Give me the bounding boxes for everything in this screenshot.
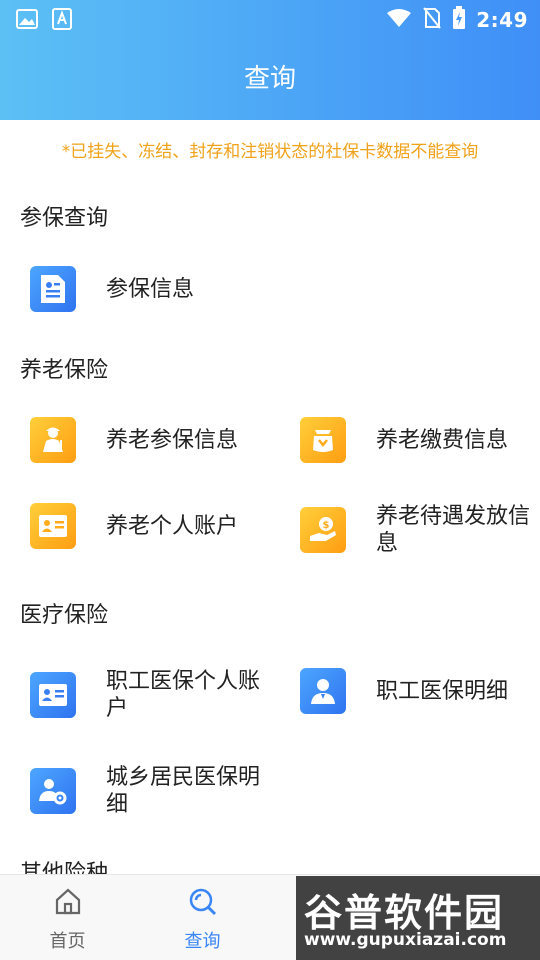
text-notification-icon <box>52 8 72 34</box>
menu-item-employee-medical-account[interactable]: 职工医保个人账户 <box>30 668 270 722</box>
image-notification-icon <box>16 9 38 33</box>
menu-item-label: 职工医保明细 <box>376 678 509 704</box>
elderly-person-icon <box>30 417 76 463</box>
menu-item-resident-medical-details[interactable]: 城乡居民医保明细 <box>30 764 270 818</box>
payment-bag-icon <box>300 417 346 463</box>
wifi-icon <box>386 8 412 32</box>
menu-item-insured-info[interactable]: 参保信息 <box>30 266 270 312</box>
section-title-medical: 医疗保险 <box>20 603 109 628</box>
doctor-icon <box>300 668 346 714</box>
menu-item-label: 养老参保信息 <box>106 427 239 453</box>
id-card-icon <box>30 266 76 312</box>
app-header: 2:49 查询 <box>0 0 540 120</box>
menu-item-employee-medical-details[interactable]: 职工医保明细 <box>300 668 540 714</box>
status-bar: 2:49 <box>0 0 540 36</box>
account-card-icon <box>30 503 76 549</box>
menu-item-label: 养老个人账户 <box>106 513 239 539</box>
search-icon <box>188 887 218 921</box>
menu-item-label: 参保信息 <box>106 276 195 302</box>
watermark-url: www.gupuxiazai.com <box>304 930 507 950</box>
menu-item-pension-benefit-info[interactable]: $ 养老待遇发放信息 <box>300 503 540 557</box>
account-card-icon <box>30 672 76 718</box>
section-title-pension: 养老保险 <box>20 358 109 383</box>
svg-text:$: $ <box>323 520 330 531</box>
battery-charging-icon <box>452 6 466 34</box>
home-icon <box>54 887 82 919</box>
menu-item-label: 城乡居民医保明细 <box>106 765 261 817</box>
tab-home[interactable]: 首页 <box>0 875 135 960</box>
section-title-insured: 参保查询 <box>20 206 109 231</box>
tab-label: 查询 <box>184 931 221 952</box>
status-clock: 2:49 <box>476 8 528 32</box>
tab-label: 首页 <box>49 931 86 952</box>
page-title: 查询 <box>243 64 296 94</box>
tab-query[interactable]: 查询 <box>135 875 270 960</box>
hand-money-icon: $ <box>300 507 346 553</box>
site-watermark: 谷普软件园 www.gupuxiazai.com <box>296 876 540 960</box>
menu-item-label: 职工医保个人账户 <box>106 669 261 721</box>
menu-item-label: 养老待遇发放信息 <box>376 504 531 556</box>
menu-item-pension-insured-info[interactable]: 养老参保信息 <box>30 417 270 463</box>
people-gear-icon <box>30 768 76 814</box>
no-sim-icon <box>422 7 442 33</box>
menu-item-pension-payment-info[interactable]: 养老缴费信息 <box>300 417 540 463</box>
menu-item-label: 养老缴费信息 <box>376 427 509 453</box>
notice-text: *已挂失、冻结、封存和注销状态的社保卡数据不能查询 <box>61 142 479 162</box>
watermark-text: 谷普软件园 <box>304 891 505 935</box>
menu-item-pension-personal-account[interactable]: 养老个人账户 <box>30 503 270 549</box>
